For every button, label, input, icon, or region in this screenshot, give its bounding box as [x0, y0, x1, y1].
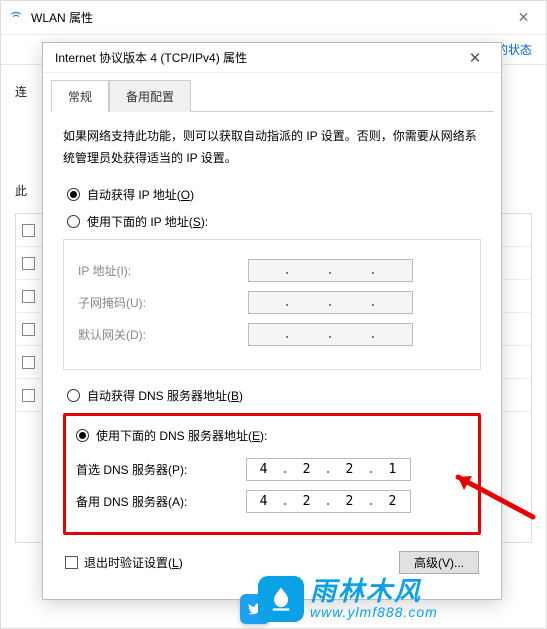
- dialog-titlebar: Internet 协议版本 4 (TCP/IPv4) 属性 ✕: [43, 43, 501, 73]
- dialog-close-button[interactable]: ✕: [457, 49, 493, 67]
- wlan-titlebar: WLAN 属性 ✕: [1, 1, 546, 35]
- radio-icon: [67, 188, 80, 201]
- preferred-dns-label: 首选 DNS 服务器(P):: [76, 461, 246, 478]
- dns-highlight-box: 使用下面的 DNS 服务器地址(E): 首选 DNS 服务器(P): 4. 2.…: [63, 413, 481, 535]
- radio-label: 使用下面的 IP 地址(S):: [87, 213, 208, 230]
- wlan-close-button[interactable]: ✕: [501, 1, 546, 34]
- dns-group: 自动获得 DNS 服务器地址(B) 使用下面的 DNS 服务器地址(E): 首选…: [63, 382, 481, 535]
- tabs: 常规 备用配置: [51, 79, 493, 112]
- checkbox-icon: [22, 290, 35, 303]
- radio-icon: [76, 429, 89, 442]
- ipv4-properties-dialog: Internet 协议版本 4 (TCP/IPv4) 属性 ✕ 常规 备用配置 …: [42, 42, 502, 600]
- subnet-mask-label: 子网掩码(U):: [78, 294, 248, 311]
- radio-manual-dns[interactable]: 使用下面的 DNS 服务器地址(E):: [76, 422, 468, 449]
- advanced-button[interactable]: 高级(V)...: [399, 551, 479, 574]
- preferred-dns-input[interactable]: 4. 2. 2. 1: [246, 458, 411, 481]
- checkbox-icon: [22, 224, 35, 237]
- alternate-dns-input[interactable]: 4. 2. 2. 2: [246, 490, 411, 513]
- checkbox-label: 退出时验证设置(L): [84, 554, 183, 571]
- checkbox-icon: [22, 356, 35, 369]
- validate-on-exit-checkbox[interactable]: 退出时验证设置(L): [65, 554, 183, 571]
- checkbox-icon: [22, 389, 35, 402]
- checkbox-icon: [22, 323, 35, 336]
- tab-alt-config[interactable]: 备用配置: [109, 80, 191, 112]
- radio-label: 自动获得 DNS 服务器地址(B): [87, 387, 243, 404]
- tab-general[interactable]: 常规: [51, 80, 109, 112]
- dialog-title: Internet 协议版本 4 (TCP/IPv4) 属性: [55, 49, 457, 66]
- wifi-icon: [1, 9, 31, 26]
- gateway-input: ...: [248, 323, 413, 346]
- ip-group: 自动获得 IP 地址(O) 使用下面的 IP 地址(S): IP 地址(I): …: [63, 181, 481, 370]
- ip-address-input: ...: [248, 259, 413, 282]
- ip-address-label: IP 地址(I):: [78, 262, 248, 279]
- wlan-title: WLAN 属性: [31, 9, 501, 26]
- bottom-row: 退出时验证设置(L) 高级(V)...: [63, 545, 481, 574]
- radio-auto-ip[interactable]: 自动获得 IP 地址(O): [63, 181, 481, 208]
- ip-fields: IP 地址(I): ... 子网掩码(U): ... 默认网关(D): ...: [63, 239, 481, 370]
- dialog-body: 如果网络支持此功能，则可以获取自动指派的 IP 设置。否则，你需要从网络系统管理…: [43, 112, 501, 584]
- radio-icon: [67, 215, 80, 228]
- radio-label: 使用下面的 DNS 服务器地址(E):: [96, 427, 267, 444]
- radio-label: 自动获得 IP 地址(O): [87, 186, 194, 203]
- subnet-mask-input: ...: [248, 291, 413, 314]
- gateway-label: 默认网关(D):: [78, 326, 248, 343]
- radio-auto-dns[interactable]: 自动获得 DNS 服务器地址(B): [63, 382, 481, 409]
- radio-manual-ip[interactable]: 使用下面的 IP 地址(S):: [63, 208, 481, 235]
- share-icon: [240, 594, 270, 624]
- checkbox-icon: [65, 556, 78, 569]
- hint-text: 如果网络支持此功能，则可以获取自动指派的 IP 设置。否则，你需要从网络系统管理…: [63, 126, 481, 169]
- alternate-dns-label: 备用 DNS 服务器(A):: [76, 493, 246, 510]
- radio-icon: [67, 389, 80, 402]
- checkbox-icon: [22, 257, 35, 270]
